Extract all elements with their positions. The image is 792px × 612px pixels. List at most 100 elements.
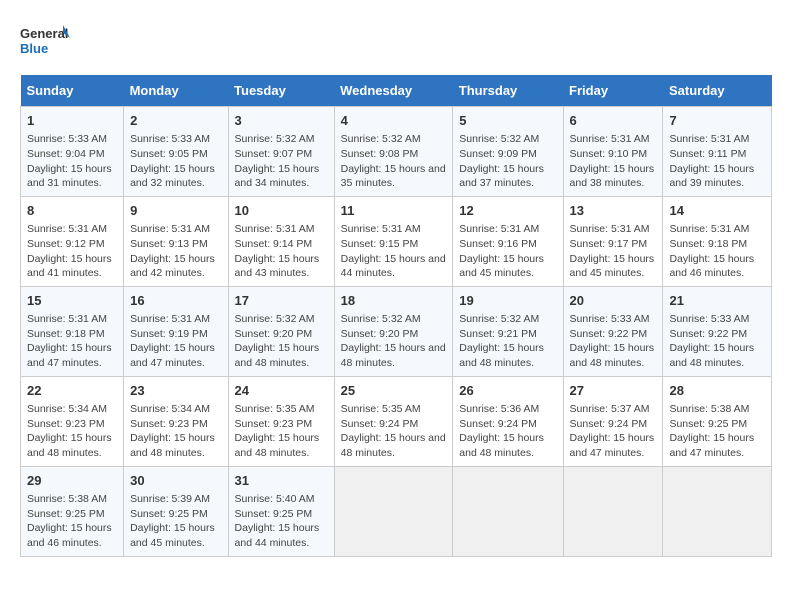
day-number: 14	[669, 202, 765, 220]
calendar-cell: 26 Sunrise: 5:36 AMSunset: 9:24 PMDayligh…	[453, 376, 563, 466]
cell-details: Sunrise: 5:32 AMSunset: 9:20 PMDaylight:…	[341, 312, 447, 371]
calendar-week-row: 15Sunrise: 5:31 AMSunset: 9:18 PMDayligh…	[21, 286, 772, 376]
svg-text:General: General	[20, 26, 68, 41]
cell-details: Sunrise: 5:33 AMSunset: 9:04 PMDaylight:…	[27, 132, 117, 191]
day-number: 30	[130, 472, 221, 490]
calendar-cell: 20 Sunrise: 5:33 AMSunset: 9:22 PMDayligh…	[563, 286, 663, 376]
cell-details: Sunrise: 5:33 AMSunset: 9:22 PMDaylight:…	[570, 312, 657, 371]
cell-details: Sunrise: 5:39 AMSunset: 9:25 PMDaylight:…	[130, 492, 221, 551]
day-number: 7	[669, 112, 765, 130]
calendar-cell: 14 Sunrise: 5:31 AMSunset: 9:18 PMDayligh…	[663, 196, 772, 286]
header-day-saturday: Saturday	[663, 75, 772, 107]
header-day-thursday: Thursday	[453, 75, 563, 107]
cell-details: Sunrise: 5:31 AMSunset: 9:19 PMDaylight:…	[130, 312, 221, 371]
calendar-cell: 22 Sunrise: 5:34 AMSunset: 9:23 PMDayligh…	[21, 376, 124, 466]
cell-details: Sunrise: 5:31 AMSunset: 9:11 PMDaylight:…	[669, 132, 765, 191]
cell-details: Sunrise: 5:32 AMSunset: 9:21 PMDaylight:…	[459, 312, 556, 371]
header-day-friday: Friday	[563, 75, 663, 107]
calendar-cell: 28 Sunrise: 5:38 AMSunset: 9:25 PMDayligh…	[663, 376, 772, 466]
day-number: 21	[669, 292, 765, 310]
cell-details: Sunrise: 5:31 AMSunset: 9:15 PMDaylight:…	[341, 222, 447, 281]
cell-details: Sunrise: 5:33 AMSunset: 9:05 PMDaylight:…	[130, 132, 221, 191]
calendar-cell: 1 Sunrise: 5:33 AMSunset: 9:04 PMDaylight…	[21, 107, 124, 197]
calendar-cell: 3 Sunrise: 5:32 AMSunset: 9:07 PMDaylight…	[228, 107, 334, 197]
calendar-week-row: 1 Sunrise: 5:33 AMSunset: 9:04 PMDaylight…	[21, 107, 772, 197]
day-number: 3	[235, 112, 328, 130]
calendar-cell: 27 Sunrise: 5:37 AMSunset: 9:24 PMDayligh…	[563, 376, 663, 466]
cell-details: Sunrise: 5:34 AMSunset: 9:23 PMDaylight:…	[27, 402, 117, 461]
calendar-cell: 31 Sunrise: 5:40 AMSunset: 9:25 PMDayligh…	[228, 466, 334, 556]
calendar-cell: 9 Sunrise: 5:31 AMSunset: 9:13 PMDaylight…	[124, 196, 228, 286]
cell-details: Sunrise: 5:32 AMSunset: 9:20 PMDaylight:…	[235, 312, 328, 371]
calendar-cell: 15Sunrise: 5:31 AMSunset: 9:18 PMDayligh…	[21, 286, 124, 376]
calendar-cell: 17 Sunrise: 5:32 AMSunset: 9:20 PMDayligh…	[228, 286, 334, 376]
day-number: 17	[235, 292, 328, 310]
day-number: 22	[27, 382, 117, 400]
calendar-cell	[334, 466, 453, 556]
cell-details: Sunrise: 5:31 AMSunset: 9:17 PMDaylight:…	[570, 222, 657, 281]
cell-details: Sunrise: 5:32 AMSunset: 9:09 PMDaylight:…	[459, 132, 556, 191]
cell-details: Sunrise: 5:31 AMSunset: 9:16 PMDaylight:…	[459, 222, 556, 281]
day-number: 15	[27, 292, 117, 310]
calendar-cell: 21 Sunrise: 5:33 AMSunset: 9:22 PMDayligh…	[663, 286, 772, 376]
calendar-cell	[453, 466, 563, 556]
calendar-cell: 24 Sunrise: 5:35 AMSunset: 9:23 PMDayligh…	[228, 376, 334, 466]
day-number: 31	[235, 472, 328, 490]
cell-details: Sunrise: 5:31 AMSunset: 9:18 PMDaylight:…	[669, 222, 765, 281]
cell-details: Sunrise: 5:31 AMSunset: 9:12 PMDaylight:…	[27, 222, 117, 281]
header-day-monday: Monday	[124, 75, 228, 107]
calendar-cell: 8 Sunrise: 5:31 AMSunset: 9:12 PMDaylight…	[21, 196, 124, 286]
svg-text:Blue: Blue	[20, 41, 48, 56]
day-number: 2	[130, 112, 221, 130]
cell-details: Sunrise: 5:35 AMSunset: 9:24 PMDaylight:…	[341, 402, 447, 461]
calendar-cell: 25Sunrise: 5:35 AMSunset: 9:24 PMDayligh…	[334, 376, 453, 466]
calendar-cell: 7 Sunrise: 5:31 AMSunset: 9:11 PMDaylight…	[663, 107, 772, 197]
header-day-sunday: Sunday	[21, 75, 124, 107]
cell-details: Sunrise: 5:34 AMSunset: 9:23 PMDaylight:…	[130, 402, 221, 461]
cell-details: Sunrise: 5:31 AMSunset: 9:14 PMDaylight:…	[235, 222, 328, 281]
cell-details: Sunrise: 5:38 AMSunset: 9:25 PMDaylight:…	[669, 402, 765, 461]
header-row: SundayMondayTuesdayWednesdayThursdayFrid…	[21, 75, 772, 107]
day-number: 18	[341, 292, 447, 310]
calendar-cell	[663, 466, 772, 556]
calendar-week-row: 22 Sunrise: 5:34 AMSunset: 9:23 PMDayligh…	[21, 376, 772, 466]
day-number: 12	[459, 202, 556, 220]
cell-details: Sunrise: 5:40 AMSunset: 9:25 PMDaylight:…	[235, 492, 328, 551]
calendar-cell: 19Sunrise: 5:32 AMSunset: 9:21 PMDayligh…	[453, 286, 563, 376]
day-number: 13	[570, 202, 657, 220]
day-number: 28	[669, 382, 765, 400]
day-number: 9	[130, 202, 221, 220]
day-number: 1	[27, 112, 117, 130]
day-number: 27	[570, 382, 657, 400]
day-number: 20	[570, 292, 657, 310]
day-number: 24	[235, 382, 328, 400]
calendar-table: SundayMondayTuesdayWednesdayThursdayFrid…	[20, 75, 772, 557]
cell-details: Sunrise: 5:35 AMSunset: 9:23 PMDaylight:…	[235, 402, 328, 461]
calendar-cell: 5Sunrise: 5:32 AMSunset: 9:09 PMDaylight…	[453, 107, 563, 197]
calendar-cell: 11 Sunrise: 5:31 AMSunset: 9:15 PMDayligh…	[334, 196, 453, 286]
day-number: 26	[459, 382, 556, 400]
calendar-cell: 6Sunrise: 5:31 AMSunset: 9:10 PMDaylight…	[563, 107, 663, 197]
cell-details: Sunrise: 5:31 AMSunset: 9:10 PMDaylight:…	[570, 132, 657, 191]
header: General Blue	[20, 20, 772, 65]
calendar-cell	[563, 466, 663, 556]
cell-details: Sunrise: 5:38 AMSunset: 9:25 PMDaylight:…	[27, 492, 117, 551]
header-day-tuesday: Tuesday	[228, 75, 334, 107]
calendar-cell: 29 Sunrise: 5:38 AMSunset: 9:25 PMDayligh…	[21, 466, 124, 556]
calendar-cell: 2 Sunrise: 5:33 AMSunset: 9:05 PMDaylight…	[124, 107, 228, 197]
day-number: 4	[341, 112, 447, 130]
cell-details: Sunrise: 5:37 AMSunset: 9:24 PMDaylight:…	[570, 402, 657, 461]
day-number: 29	[27, 472, 117, 490]
logo: General Blue	[20, 20, 70, 65]
day-number: 8	[27, 202, 117, 220]
day-number: 11	[341, 202, 447, 220]
calendar-week-row: 29 Sunrise: 5:38 AMSunset: 9:25 PMDayligh…	[21, 466, 772, 556]
header-day-wednesday: Wednesday	[334, 75, 453, 107]
calendar-cell: 18 Sunrise: 5:32 AMSunset: 9:20 PMDayligh…	[334, 286, 453, 376]
calendar-week-row: 8 Sunrise: 5:31 AMSunset: 9:12 PMDaylight…	[21, 196, 772, 286]
cell-details: Sunrise: 5:33 AMSunset: 9:22 PMDaylight:…	[669, 312, 765, 371]
cell-details: Sunrise: 5:36 AMSunset: 9:24 PMDaylight:…	[459, 402, 556, 461]
cell-details: Sunrise: 5:31 AMSunset: 9:13 PMDaylight:…	[130, 222, 221, 281]
calendar-cell: 12 Sunrise: 5:31 AMSunset: 9:16 PMDayligh…	[453, 196, 563, 286]
cell-details: Sunrise: 5:32 AMSunset: 9:07 PMDaylight:…	[235, 132, 328, 191]
